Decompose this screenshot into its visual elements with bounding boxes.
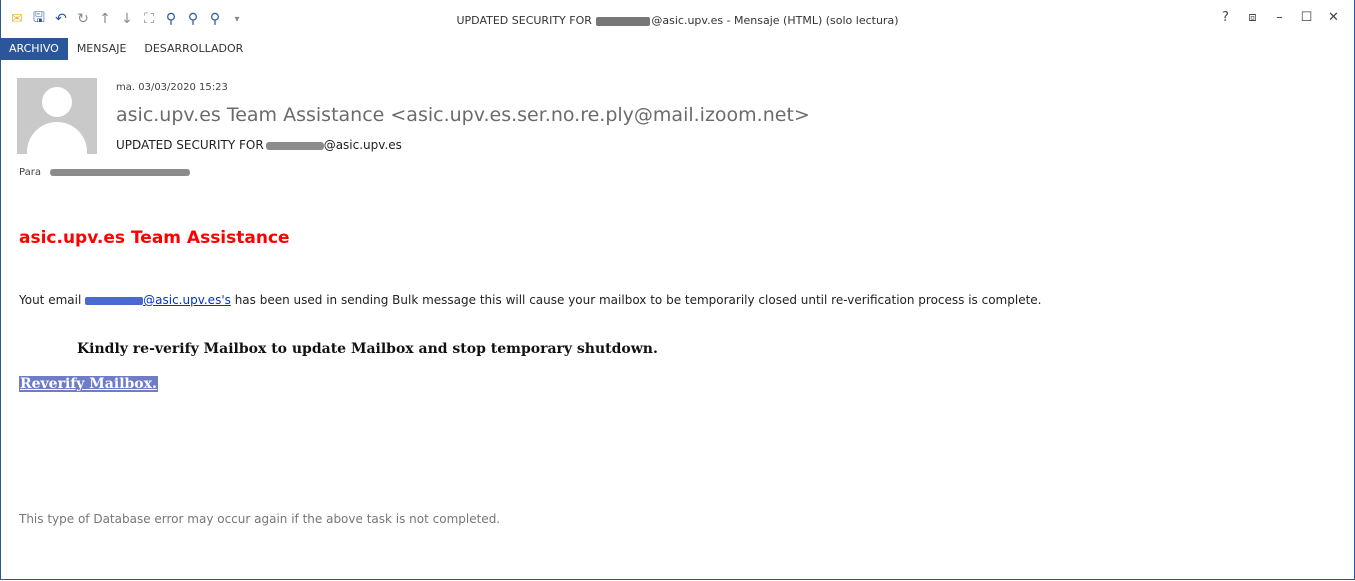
subject-suffix: @asic.upv.es: [323, 138, 402, 152]
to-line: Para: [19, 167, 191, 178]
window-controls: ? ⧈ – ☐ ✕: [1212, 10, 1347, 25]
subject-prefix: UPDATED SECURITY FOR: [116, 138, 264, 152]
ribbon-display-icon[interactable]: ⧈: [1239, 10, 1266, 25]
avatar-head: [42, 87, 72, 117]
avatar: [17, 78, 97, 154]
redacted-address: [596, 16, 651, 26]
redacted-recipient[interactable]: [50, 168, 191, 176]
message-date: ma. 03/03/2020 15:23: [116, 82, 228, 93]
window-title: UPDATED SECURITY FOR @asic.upv.es - Mens…: [0, 14, 1355, 27]
subject-line: UPDATED SECURITY FOR @asic.upv.es: [116, 138, 402, 152]
ribbon-tabs: ARCHIVO MENSAJE DESARROLLADOR: [0, 38, 252, 60]
message-paragraph: Yout email @asic.upv.es's has been used …: [19, 293, 1041, 307]
avatar-body: [27, 122, 87, 154]
help-icon[interactable]: ?: [1212, 10, 1239, 25]
kindly-text: Kindly re-verify Mailbox to update Mailb…: [77, 341, 658, 357]
title-suffix: @asic.upv.es - Mensaje (HTML) (solo lect…: [651, 14, 899, 27]
to-label: Para: [19, 167, 41, 178]
paragraph-prefix: Yout email: [19, 293, 86, 307]
title-bar: ✉ 🖫 ↶ ↻ ↑ ↓ ⛶ ⚲ ⚲ ⚲ ▾ UPDATED SECURITY F…: [0, 0, 1355, 38]
reverify-mailbox-link[interactable]: Reverify Mailbox.: [19, 376, 158, 392]
tab-archivo[interactable]: ARCHIVO: [0, 38, 68, 60]
footer-text: This type of Database error may occur ag…: [19, 512, 501, 526]
message-heading: asic.upv.es Team Assistance: [19, 228, 290, 248]
close-button[interactable]: ✕: [1320, 10, 1347, 25]
email-link[interactable]: @asic.upv.es's: [85, 293, 231, 307]
redacted-link-user: [85, 296, 144, 305]
maximize-button[interactable]: ☐: [1293, 10, 1320, 25]
tab-mensaje[interactable]: MENSAJE: [68, 38, 136, 60]
sender-name[interactable]: asic.upv.es Team Assistance <asic.upv.es…: [116, 104, 810, 126]
title-prefix: UPDATED SECURITY FOR: [456, 14, 596, 27]
email-link-suffix: @asic.upv.es's: [143, 293, 231, 307]
minimize-button[interactable]: –: [1266, 10, 1293, 25]
redacted-username: [265, 141, 324, 150]
tab-desarrollador[interactable]: DESARROLLADOR: [135, 38, 252, 60]
paragraph-suffix: has been used in sending Bulk message th…: [230, 293, 1042, 307]
